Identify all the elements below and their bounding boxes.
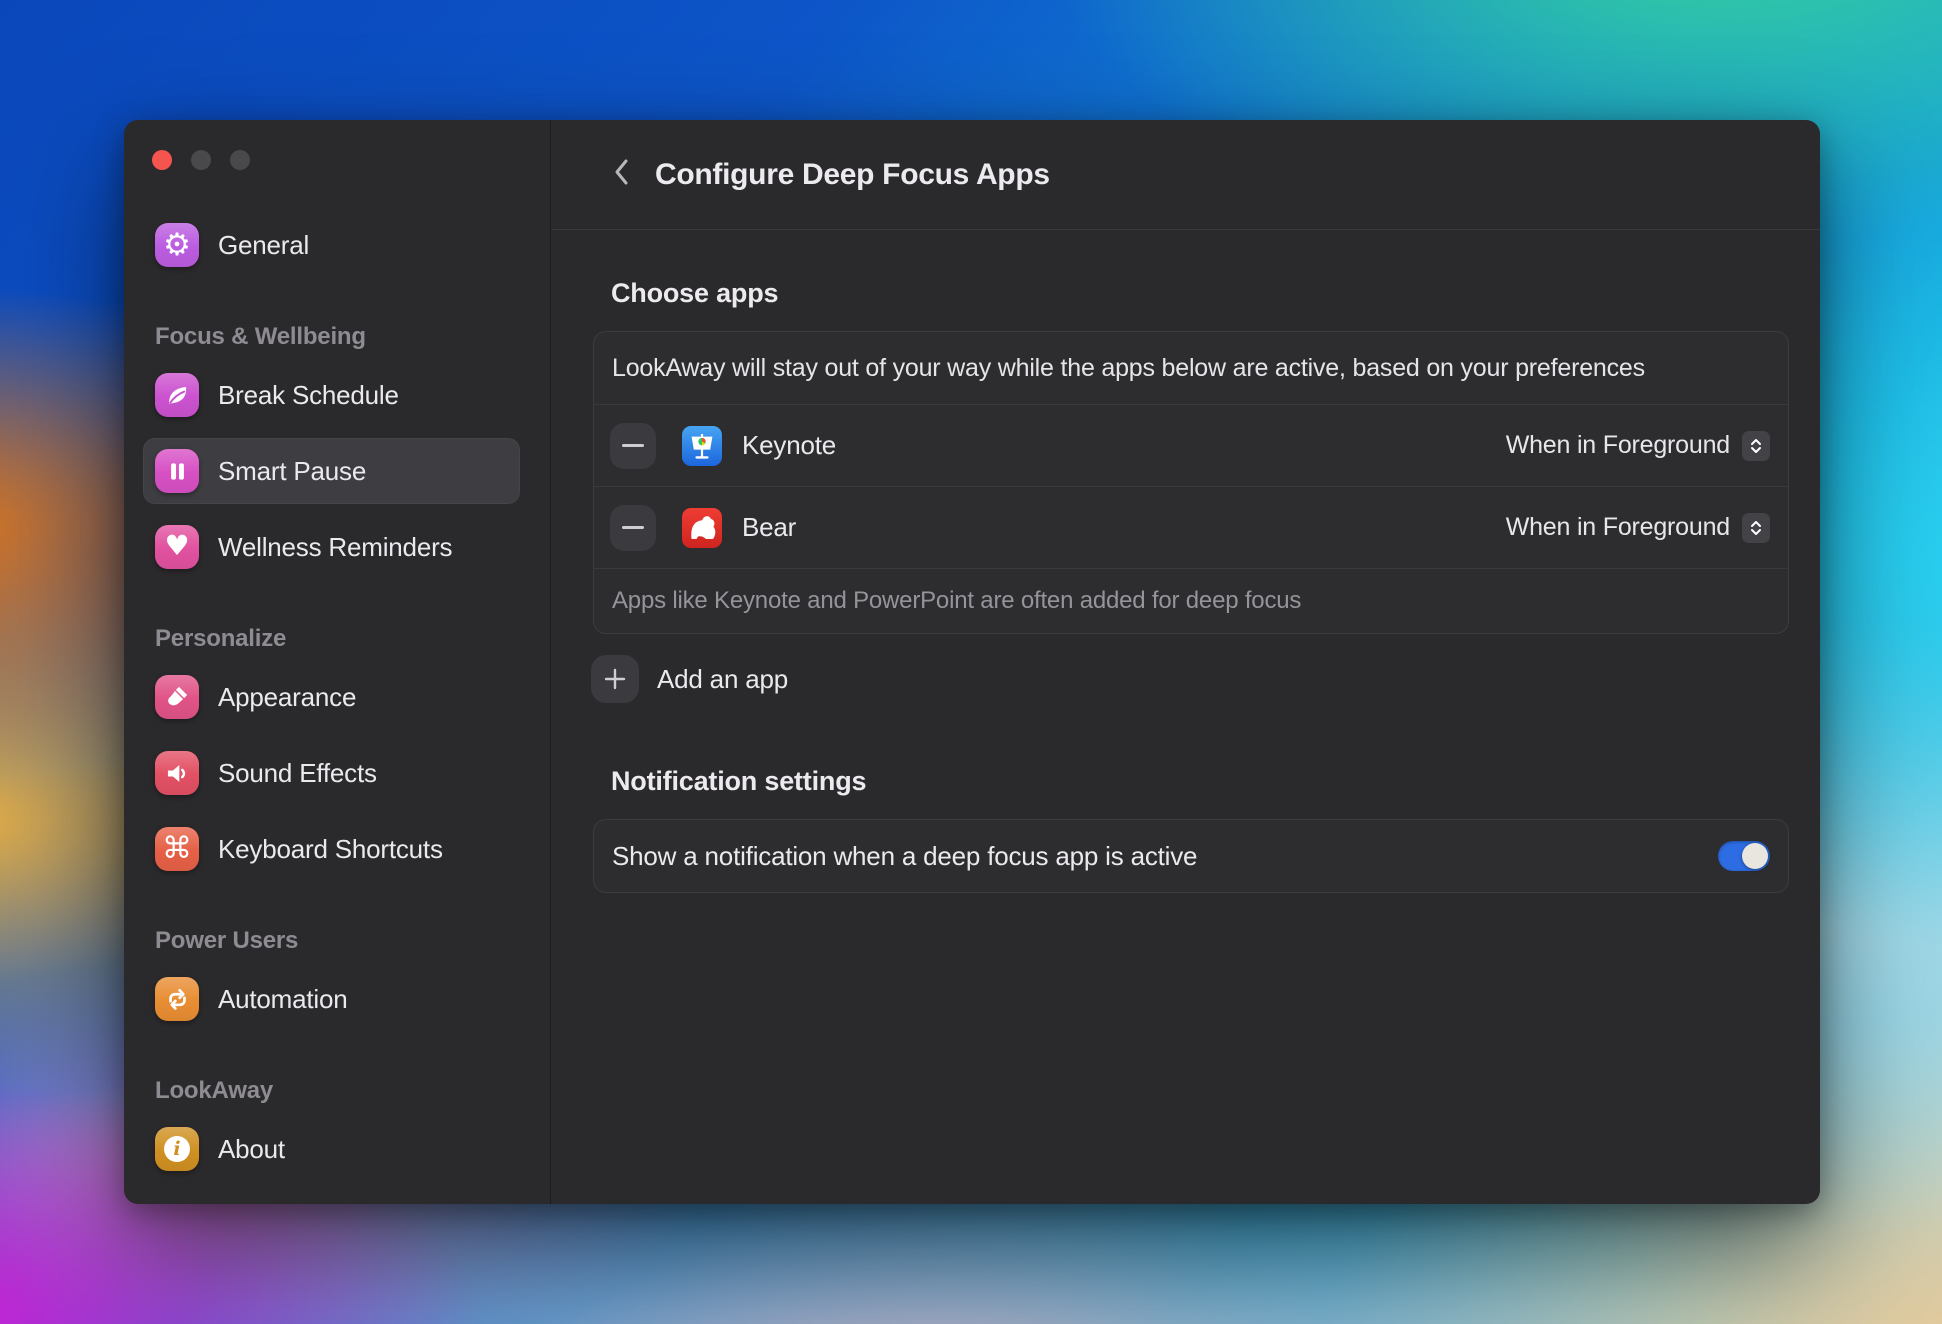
app-mode-select[interactable]: When in Foreground — [1505, 512, 1770, 543]
sidebar-item-label: Break Schedule — [218, 379, 399, 410]
sidebar-item-automation[interactable]: Automation — [143, 966, 520, 1032]
keynote-app-icon — [682, 425, 722, 466]
sidebar-item-sound-effects[interactable]: Sound Effects — [143, 740, 520, 806]
apps-card: LookAway will stay out of your way while… — [593, 331, 1789, 634]
command-icon: ⌘ — [155, 827, 199, 871]
speaker-icon — [155, 751, 199, 795]
app-row-keynote: Keynote When in Foreground — [594, 404, 1788, 486]
notification-toggle-card: Show a notification when a deep focus ap… — [593, 819, 1789, 893]
app-mode-value: When in Foreground — [1505, 431, 1731, 459]
leaf-icon — [155, 373, 199, 417]
toggle-knob — [1742, 843, 1768, 869]
app-rows: Keynote When in Foreground Bear When in For… — [594, 404, 1788, 568]
apps-card-description: LookAway will stay out of your way while… — [612, 353, 1645, 382]
notification-toggle[interactable] — [1718, 841, 1770, 871]
sidebar-item-label: About — [218, 1133, 285, 1164]
notification-settings-heading: Notification settings — [611, 766, 867, 796]
sidebar-item-label: Sound Effects — [218, 757, 377, 788]
repeat-icon — [155, 977, 199, 1021]
chevron-left-icon — [613, 158, 629, 191]
gear-icon: ⚙ — [155, 223, 199, 267]
sidebar-item-label: Smart Pause — [218, 455, 367, 486]
apps-card-footnote: Apps like Keynote and PowerPoint are oft… — [594, 568, 1788, 633]
page-title: Configure Deep Focus Apps — [655, 157, 1050, 191]
sidebar-item-label: Keyboard Shortcuts — [218, 833, 443, 864]
sidebar-nav: ⚙ General Focus & Wellbeing Break Schedule S… — [124, 207, 550, 1187]
remove-app-button[interactable] — [610, 504, 656, 551]
info-icon: i — [155, 1127, 199, 1171]
choose-apps-heading: Choose apps — [611, 278, 779, 308]
minus-icon — [622, 526, 644, 529]
sidebar-section-header-power-users: Power Users — [155, 927, 299, 954]
heart-icon: ♥ — [155, 525, 199, 569]
sidebar-item-label: General — [218, 229, 310, 260]
main-header: Configure Deep Focus Apps — [551, 120, 1820, 230]
sidebar-item-keyboard-shortcuts[interactable]: ⌘ Keyboard Shortcuts — [143, 816, 520, 882]
sidebar-item-general[interactable]: ⚙ General — [143, 212, 520, 278]
zoom-window-button[interactable] — [230, 150, 250, 170]
remove-app-button[interactable] — [610, 422, 656, 469]
sidebar: ⚙ General Focus & Wellbeing Break Schedule S… — [124, 120, 551, 1204]
traffic-lights — [138, 120, 550, 170]
main-content: Choose apps LookAway will stay out of yo… — [551, 230, 1820, 893]
sidebar-item-label: Appearance — [218, 681, 357, 712]
bear-app-icon — [682, 507, 722, 548]
sidebar-section-header-lookaway: LookAway — [155, 1077, 273, 1104]
close-window-button[interactable] — [152, 150, 172, 170]
app-row-bear: Bear When in Foreground — [594, 486, 1788, 568]
paintbrush-icon — [155, 675, 199, 719]
pause-icon — [155, 449, 199, 493]
app-mode-value: When in Foreground — [1505, 513, 1731, 541]
add-app-button[interactable]: Add an app — [591, 654, 789, 704]
minimize-window-button[interactable] — [191, 150, 211, 170]
sidebar-section-header-focus-wellbeing: Focus & Wellbeing — [155, 323, 366, 350]
back-button[interactable] — [604, 155, 638, 195]
sidebar-item-label: Automation — [218, 983, 348, 1014]
main-panel: Configure Deep Focus Apps Choose apps Lo… — [551, 120, 1820, 1204]
sidebar-item-smart-pause[interactable]: Smart Pause — [143, 438, 520, 504]
notification-toggle-label: Show a notification when a deep focus ap… — [612, 840, 1198, 871]
settings-window: ⚙ General Focus & Wellbeing Break Schedule S… — [124, 120, 1820, 1204]
sidebar-item-break-schedule[interactable]: Break Schedule — [143, 362, 520, 428]
sidebar-item-wellness-reminders[interactable]: ♥ Wellness Reminders — [143, 514, 520, 580]
sidebar-item-label: Wellness Reminders — [218, 531, 453, 562]
sidebar-section-header-personalize: Personalize — [155, 625, 287, 652]
app-name: Keynote — [742, 430, 837, 460]
add-app-label: Add an app — [657, 663, 789, 694]
app-mode-select[interactable]: When in Foreground — [1505, 430, 1770, 461]
app-name: Bear — [742, 512, 797, 542]
up-down-chevrons-icon — [1742, 512, 1770, 543]
sidebar-item-appearance[interactable]: Appearance — [143, 664, 520, 730]
sidebar-item-about[interactable]: i About — [143, 1116, 520, 1182]
up-down-chevrons-icon — [1742, 430, 1770, 461]
plus-icon — [591, 655, 639, 703]
minus-icon — [622, 444, 644, 447]
